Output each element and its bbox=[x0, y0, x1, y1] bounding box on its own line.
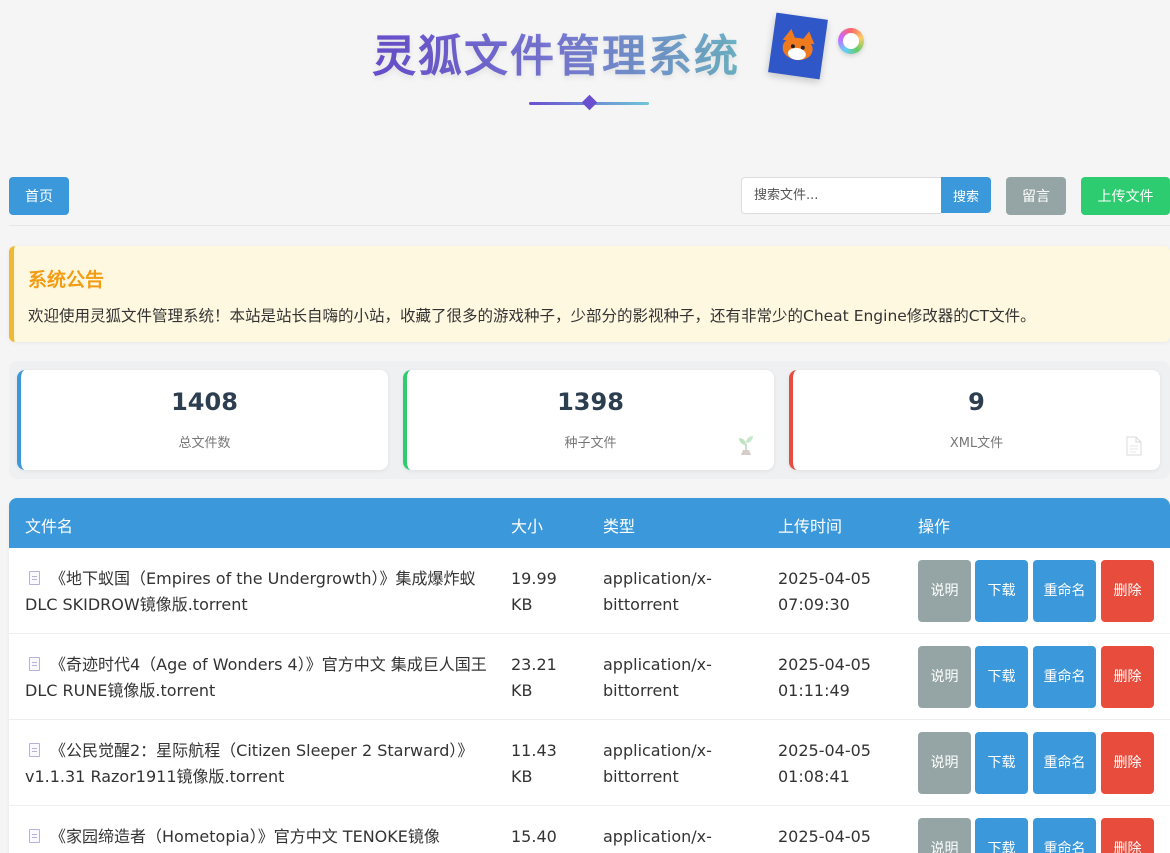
document-icon bbox=[1126, 436, 1142, 456]
file-name: 《家园缔造者（Hometopia）》官方中文 TENOKE镜像 bbox=[50, 827, 440, 846]
delete-button[interactable]: 删除 bbox=[1101, 732, 1154, 794]
file-type: application/x- bbox=[603, 827, 712, 846]
stat-value: 1398 bbox=[557, 388, 624, 416]
file-size: 15.40 bbox=[511, 827, 557, 846]
table-row: 《公民觉醒2：星际航程（Citizen Sleeper 2 Starward）》… bbox=[9, 720, 1170, 806]
file-type: application/x-bittorrent bbox=[603, 741, 712, 786]
upload-time: 2025-04-05 01:08:41 bbox=[778, 741, 871, 786]
home-button[interactable]: 首页 bbox=[9, 177, 69, 215]
title-diamond-icon bbox=[581, 94, 598, 111]
stat-value: 9 bbox=[968, 388, 985, 416]
column-header-actions: 操作 bbox=[918, 517, 951, 536]
file-type: application/x-bittorrent bbox=[603, 655, 712, 700]
emoji-badge-icon bbox=[838, 28, 864, 54]
column-header-type[interactable]: 类型 bbox=[603, 513, 635, 537]
upload-time: 2025-04-05 bbox=[778, 827, 871, 846]
rename-button[interactable]: 重命名 bbox=[1033, 818, 1096, 853]
file-name: 《地下蚁国（Empires of the Undergrowth）》集成爆炸蚁D… bbox=[25, 569, 476, 614]
message-button[interactable]: 留言 bbox=[1006, 177, 1066, 215]
table-row: 《地下蚁国（Empires of the Undergrowth）》集成爆炸蚁D… bbox=[9, 548, 1170, 634]
file-type: application/x-bittorrent bbox=[603, 569, 712, 614]
stat-label: 总文件数 bbox=[178, 436, 231, 451]
file-name-cell: 《奇迹时代4（Age of Wonders 4）》官方中文 集成巨人国王DLC … bbox=[25, 652, 487, 704]
table-header: 文件名 大小 类型 上传时间 操作 bbox=[9, 498, 1170, 548]
delete-button[interactable]: 删除 bbox=[1101, 560, 1154, 622]
description-button[interactable]: 说明 bbox=[918, 646, 971, 708]
description-button[interactable]: 说明 bbox=[918, 818, 971, 853]
file-size: 11.43 KB bbox=[511, 741, 557, 786]
stat-card-total: 1408 总文件数 bbox=[17, 370, 388, 470]
description-button[interactable]: 说明 bbox=[918, 560, 971, 622]
sprout-icon bbox=[739, 436, 753, 455]
site-header: 灵狐文件管理系统 bbox=[0, 0, 1170, 130]
stats-panel: 1408 总文件数 1398 种子文件 9 XML文件 bbox=[9, 361, 1170, 479]
table-row: 《家园缔造者（Hometopia）》官方中文 TENOKE镜像 15.40 ap… bbox=[9, 806, 1170, 853]
delete-button[interactable]: 删除 bbox=[1101, 646, 1154, 708]
upload-time: 2025-04-05 01:11:49 bbox=[778, 655, 871, 700]
upload-time: 2025-04-05 07:09:30 bbox=[778, 569, 871, 614]
upload-button[interactable]: 上传文件 bbox=[1081, 177, 1170, 215]
stat-label: XML文件 bbox=[949, 436, 1004, 451]
file-table: 文件名 大小 类型 上传时间 操作 《地下蚁国（Empires of the U… bbox=[9, 498, 1170, 853]
rename-button[interactable]: 重命名 bbox=[1033, 646, 1096, 708]
file-icon bbox=[29, 571, 40, 585]
file-icon bbox=[29, 657, 40, 671]
stat-label: 种子文件 bbox=[564, 436, 617, 451]
download-button[interactable]: 下载 bbox=[975, 732, 1028, 794]
search-button[interactable]: 搜索 bbox=[941, 177, 991, 213]
announcement-panel: 系统公告 欢迎使用灵狐文件管理系统！本站是站长自嗨的小站，收藏了很多的游戏种子，… bbox=[9, 246, 1170, 342]
announcement-title: 系统公告 bbox=[28, 269, 105, 291]
file-icon bbox=[29, 743, 40, 757]
rename-button[interactable]: 重命名 bbox=[1033, 732, 1096, 794]
file-name-cell: 《家园缔造者（Hometopia）》官方中文 TENOKE镜像 bbox=[25, 824, 487, 850]
file-name: 《奇迹时代4（Age of Wonders 4）》官方中文 集成巨人国王DLC … bbox=[25, 655, 487, 700]
file-name: 《公民觉醒2：星际航程（Citizen Sleeper 2 Starward）》… bbox=[25, 741, 474, 786]
download-button[interactable]: 下载 bbox=[975, 560, 1028, 622]
description-button[interactable]: 说明 bbox=[918, 732, 971, 794]
fox-logo-icon bbox=[768, 12, 828, 80]
file-size: 19.99 KB bbox=[511, 569, 557, 614]
file-name-cell: 《公民觉醒2：星际航程（Citizen Sleeper 2 Starward）》… bbox=[25, 738, 487, 790]
table-row: 《奇迹时代4（Age of Wonders 4）》官方中文 集成巨人国王DLC … bbox=[9, 634, 1170, 720]
announcement-text: 欢迎使用灵狐文件管理系统！本站是站长自嗨的小站，收藏了很多的游戏种子，少部分的影… bbox=[28, 307, 1036, 325]
column-header-size[interactable]: 大小 bbox=[511, 513, 543, 537]
stat-card-xml: 9 XML文件 bbox=[789, 370, 1160, 470]
rename-button[interactable]: 重命名 bbox=[1033, 560, 1096, 622]
delete-button[interactable]: 删除 bbox=[1101, 818, 1154, 853]
file-icon bbox=[29, 829, 40, 843]
column-header-time[interactable]: 上传时间 bbox=[778, 513, 842, 537]
navbar: 首页 搜索 留言 上传文件 bbox=[9, 177, 1170, 226]
download-button[interactable]: 下载 bbox=[975, 646, 1028, 708]
file-size: 23.21 KB bbox=[511, 655, 557, 700]
search-input[interactable] bbox=[741, 177, 941, 214]
stat-card-torrent: 1398 种子文件 bbox=[403, 370, 774, 470]
stat-value: 1408 bbox=[171, 388, 238, 416]
column-header-name[interactable]: 文件名 bbox=[25, 513, 73, 537]
file-name-cell: 《地下蚁国（Empires of the Undergrowth）》集成爆炸蚁D… bbox=[25, 566, 487, 618]
download-button[interactable]: 下载 bbox=[975, 818, 1028, 853]
site-title: 灵狐文件管理系统 bbox=[372, 20, 740, 84]
